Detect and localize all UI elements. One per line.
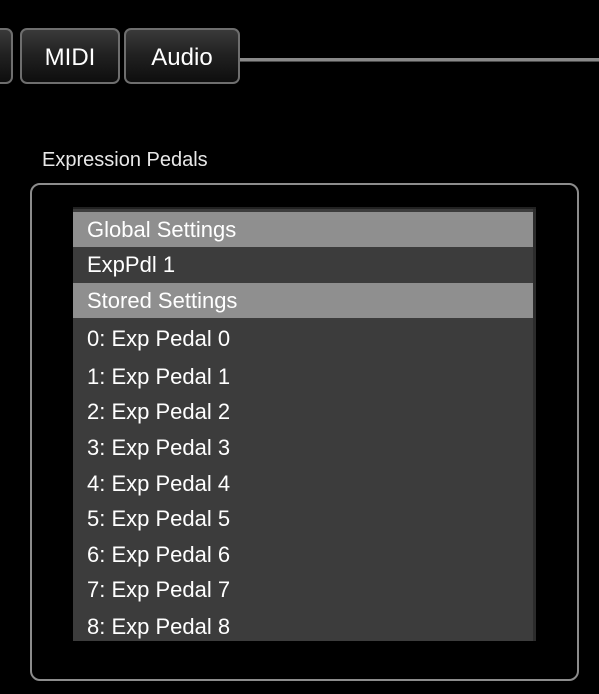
tab-midi[interactable]: MIDI	[20, 28, 120, 84]
list-item[interactable]: 1: Exp Pedal 1	[73, 359, 533, 394]
list-item[interactable]: 7: Exp Pedal 7	[73, 572, 533, 607]
list-header-stored-settings: Stored Settings	[73, 283, 533, 318]
list-item[interactable]: 8: Exp Pedal 8	[73, 609, 533, 641]
list-item[interactable]: 2: Exp Pedal 2	[73, 394, 533, 429]
tab-bar-divider-shadow	[238, 61, 599, 62]
list-item[interactable]: 0: Exp Pedal 0	[73, 321, 533, 356]
tab-audio[interactable]: Audio	[124, 28, 240, 84]
tab-midi-label: MIDI	[44, 44, 96, 71]
list-item[interactable]: 6: Exp Pedal 6	[73, 537, 533, 572]
list-item[interactable]: 4: Exp Pedal 4	[73, 466, 533, 501]
tab-previous[interactable]	[0, 28, 13, 84]
preferences-window: MIDI Audio Expression Pedals Global Sett…	[0, 0, 599, 694]
tab-audio-label: Audio	[151, 44, 213, 71]
list-item[interactable]: ExpPdl 1	[73, 247, 533, 282]
expression-pedals-title: Expression Pedals	[42, 149, 208, 171]
expression-pedals-list[interactable]: Global Settings ExpPdl 1 Stored Settings…	[73, 207, 536, 641]
top-strip	[0, 0, 599, 14]
list-edge-shade	[533, 209, 536, 641]
list-item[interactable]: 5: Exp Pedal 5	[73, 501, 533, 536]
list-header-global-settings: Global Settings	[73, 212, 533, 247]
list-item[interactable]: 3: Exp Pedal 3	[73, 430, 533, 465]
